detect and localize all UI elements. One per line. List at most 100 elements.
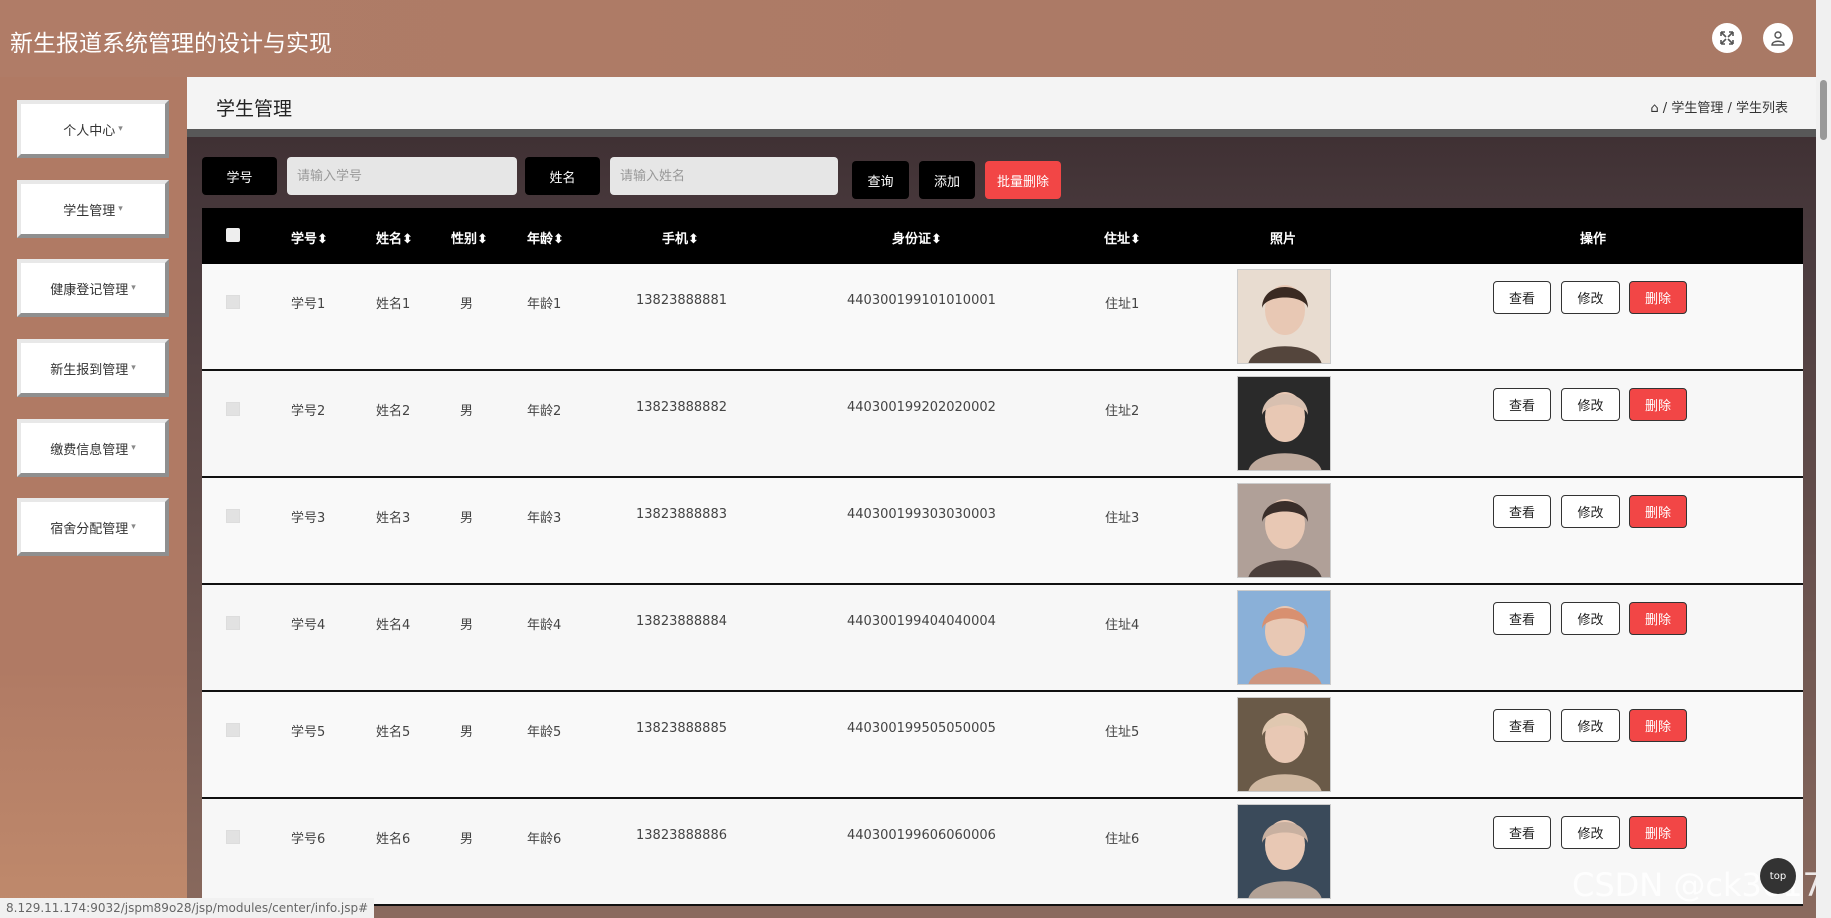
- view-button[interactable]: 查看: [1493, 709, 1551, 742]
- cell-address: 住址4: [1105, 618, 1140, 633]
- cell-address: 住址2: [1105, 404, 1140, 419]
- sidebar-item-student-management[interactable]: 学生管理 ▾: [17, 180, 169, 238]
- row-checkbox[interactable]: [226, 616, 240, 630]
- delete-button[interactable]: 删除: [1629, 495, 1687, 528]
- row-checkbox[interactable]: [226, 295, 240, 309]
- view-button[interactable]: 查看: [1493, 281, 1551, 314]
- cell-age: 年龄3: [527, 511, 562, 526]
- view-button[interactable]: 查看: [1493, 495, 1551, 528]
- sort-icon: ⬍: [317, 232, 328, 247]
- edit-button[interactable]: 修改: [1561, 816, 1620, 849]
- sort-icon: ⬍: [931, 232, 942, 247]
- th-student-no[interactable]: 学号⬍: [291, 228, 328, 247]
- cell-gender: 男: [460, 404, 474, 419]
- table-row: 学号6 姓名6 男 年龄6 13823888886 44030019960606…: [202, 799, 1803, 906]
- cell-gender: 男: [460, 832, 474, 847]
- th-name[interactable]: 姓名⬍: [376, 228, 413, 247]
- scrollbar[interactable]: [1816, 0, 1831, 918]
- cell-student-no: 学号2: [291, 404, 326, 419]
- table-row: 学号2 姓名2 男 年龄2 13823888882 44030019920202…: [202, 371, 1803, 478]
- edit-button[interactable]: 修改: [1561, 602, 1620, 635]
- cell-student-no: 学号3: [291, 511, 326, 526]
- th-phone[interactable]: 手机⬍: [662, 228, 699, 247]
- cell-phone: 13823888885: [636, 721, 727, 736]
- cell-idcard: 440300199606060006: [847, 828, 996, 843]
- th-idcard[interactable]: 身份证⬍: [892, 228, 942, 247]
- edit-button[interactable]: 修改: [1561, 388, 1620, 421]
- cell-name: 姓名6: [376, 832, 411, 847]
- delete-button[interactable]: 删除: [1629, 281, 1687, 314]
- th-photo: 照片: [1270, 232, 1297, 247]
- th-address[interactable]: 住址⬍: [1104, 228, 1141, 247]
- cell-student-no: 学号6: [291, 832, 326, 847]
- cell-student-no: 学号1: [291, 297, 326, 312]
- sidebar-item-payment[interactable]: 缴费信息管理 ▾: [17, 419, 169, 477]
- expand-icon[interactable]: [1712, 23, 1742, 53]
- query-button[interactable]: 查询: [852, 161, 909, 199]
- view-button[interactable]: 查看: [1493, 602, 1551, 635]
- breadcrumb: ⌂ / 学生管理 / 学生列表: [1650, 101, 1788, 116]
- th-age[interactable]: 年龄⬍: [527, 228, 564, 247]
- cell-name: 姓名2: [376, 404, 411, 419]
- th-gender[interactable]: 性别⬍: [451, 228, 488, 247]
- cell-address: 住址5: [1105, 725, 1140, 740]
- cell-idcard: 440300199202020002: [847, 400, 996, 415]
- table-row: 学号5 姓名5 男 年龄5 13823888885 44030019950505…: [202, 692, 1803, 799]
- app-title: 新生报道系统管理的设计与实现: [10, 31, 332, 57]
- cell-gender: 男: [460, 511, 474, 526]
- cell-gender: 男: [460, 725, 474, 740]
- row-checkbox[interactable]: [226, 723, 240, 737]
- sidebar-item-enrollment[interactable]: 新生报到管理 ▾: [17, 339, 169, 397]
- student-photo: [1237, 804, 1331, 899]
- row-checkbox[interactable]: [226, 830, 240, 844]
- name-input[interactable]: [610, 157, 838, 195]
- cell-idcard: 440300199101010001: [847, 293, 996, 308]
- breadcrumb-item[interactable]: 学生管理: [1671, 101, 1723, 116]
- student-photo: [1237, 269, 1331, 364]
- cell-phone: 13823888882: [636, 400, 727, 415]
- student-no-input[interactable]: [287, 157, 517, 195]
- delete-button[interactable]: 删除: [1629, 602, 1687, 635]
- cell-age: 年龄1: [527, 297, 562, 312]
- delete-button[interactable]: 删除: [1629, 816, 1687, 849]
- row-checkbox[interactable]: [226, 402, 240, 416]
- back-to-top-button[interactable]: top: [1760, 858, 1796, 894]
- batch-delete-button[interactable]: 批量删除: [985, 161, 1061, 199]
- delete-button[interactable]: 删除: [1629, 709, 1687, 742]
- add-button[interactable]: 添加: [919, 161, 975, 199]
- scroll-thumb[interactable]: [1820, 80, 1827, 140]
- user-icon[interactable]: [1763, 23, 1793, 53]
- cell-phone: 13823888881: [636, 293, 727, 308]
- view-button[interactable]: 查看: [1493, 388, 1551, 421]
- student-photo: [1237, 697, 1331, 792]
- cell-student-no: 学号4: [291, 618, 326, 633]
- row-checkbox[interactable]: [226, 509, 240, 523]
- table-row: 学号1 姓名1 男 年龄1 13823888881 44030019910101…: [202, 264, 1803, 371]
- view-button[interactable]: 查看: [1493, 816, 1551, 849]
- sort-icon: ⬍: [688, 232, 699, 247]
- cell-idcard: 440300199505050005: [847, 721, 996, 736]
- sort-icon: ⬍: [553, 232, 564, 247]
- sidebar-item-personal-center[interactable]: 个人中心 ▾: [17, 100, 169, 158]
- cell-name: 姓名4: [376, 618, 411, 633]
- edit-button[interactable]: 修改: [1561, 281, 1620, 314]
- caret-down-icon: ▾: [118, 204, 123, 214]
- sidebar-item-dormitory[interactable]: 宿舍分配管理 ▾: [17, 498, 169, 556]
- name-label: 姓名: [525, 157, 600, 195]
- edit-button[interactable]: 修改: [1561, 709, 1620, 742]
- table-row: 学号3 姓名3 男 年龄3 13823888883 44030019930303…: [202, 478, 1803, 585]
- sort-icon: ⬍: [402, 232, 413, 247]
- caret-down-icon: ▾: [118, 124, 123, 134]
- caret-down-icon: ▾: [131, 283, 136, 293]
- sidebar-item-health-registration[interactable]: 健康登记管理 ▾: [17, 259, 169, 317]
- status-url: 8.129.11.174:9032/jspm89o28/jsp/modules/…: [0, 898, 375, 918]
- page-title: 学生管理: [216, 98, 293, 120]
- cell-address: 住址1: [1105, 297, 1140, 312]
- edit-button[interactable]: 修改: [1561, 495, 1620, 528]
- delete-button[interactable]: 删除: [1629, 388, 1687, 421]
- cell-phone: 13823888883: [636, 507, 727, 522]
- select-all-checkbox[interactable]: [226, 228, 240, 242]
- home-icon[interactable]: ⌂: [1650, 101, 1658, 116]
- cell-address: 住址3: [1105, 511, 1140, 526]
- top-header: 新生报道系统管理的设计与实现: [0, 0, 1816, 77]
